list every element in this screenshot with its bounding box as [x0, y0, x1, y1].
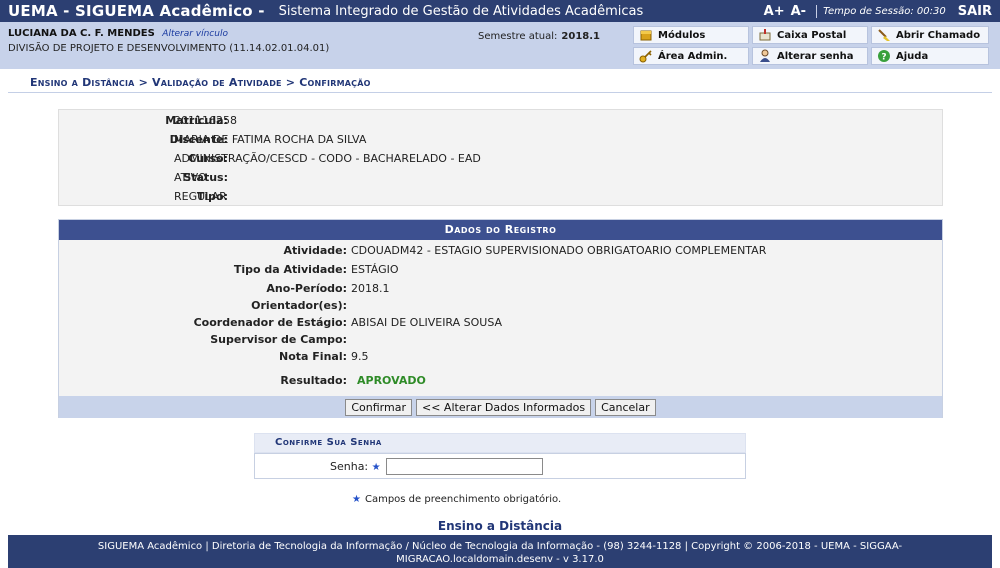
mailbox-button[interactable]: Caixa Postal [752, 26, 868, 44]
tipo-value: REGULAR [174, 190, 227, 203]
user-icon [760, 49, 770, 62]
mailbox-label: Caixa Postal [777, 29, 847, 41]
module-link[interactable]: Ensino a Distância [0, 519, 1000, 533]
system-description: Sistema Integrado de Gestão de Atividade… [278, 3, 644, 19]
student-info-panel: Matrícula: 201116258 Discente: MARIA DE … [58, 109, 943, 206]
user-name: LUCIANA DA C. F. MENDES Alterar vínculo [8, 28, 228, 39]
breadcrumb: Ensino a Distância > Validação de Ativid… [30, 76, 371, 89]
matricula-value: 201116258 [174, 114, 237, 127]
top-bar: UEMA - SIGUEMA Acadêmico - Sistema Integ… [0, 0, 1000, 22]
nota-final-row: Nota Final: 9.5 [59, 350, 942, 366]
breadcrumb-divider [8, 92, 992, 93]
change-password-button[interactable]: Alterar senha [752, 47, 868, 65]
required-icon: ★ [352, 494, 361, 505]
registration-panel: Dados do Registro Atividade: CDOUADM42 -… [58, 219, 943, 418]
help-button[interactable]: ? Ajuda [871, 47, 989, 65]
tipo-atividade-value: ESTÁGIO [351, 263, 399, 276]
status-row: Status: ATIVO [59, 171, 944, 187]
orientador-label: Orientador(es): [251, 299, 347, 312]
curso-value: ADMINISTRAÇÃO/CESCD - CODO - BACHARELADO… [174, 152, 481, 165]
coordenador-label: Coordenador de Estágio: [193, 316, 347, 329]
confirm-password-caption: Confirme Sua Senha [254, 433, 746, 453]
supervisor-row: Supervisor de Campo: [59, 333, 942, 349]
discente-row: Discente: MARIA DE FATIMA ROCHA DA SILVA [59, 133, 944, 149]
user-info-bar: LUCIANA DA C. F. MENDES Alterar vínculo … [0, 22, 1000, 69]
admin-area-button[interactable]: Área Admin. [633, 47, 749, 65]
ano-periodo-value: 2018.1 [351, 282, 390, 295]
resultado-label: Resultado: [280, 374, 347, 387]
semester-value: 2018.1 [561, 31, 601, 42]
confirm-button[interactable]: Confirmar [345, 398, 412, 416]
user-name-text: LUCIANA DA C. F. MENDES [8, 28, 155, 39]
curso-row: Curso: ADMINISTRAÇÃO/CESCD - CODO - BACH… [59, 152, 944, 168]
semester-label: Semestre atual: [478, 31, 558, 42]
font-increase-button[interactable]: A+ [764, 4, 785, 19]
divider [816, 4, 818, 18]
registration-body: Atividade: CDOUADM42 - ESTAGIO SUPERVISI… [59, 240, 942, 396]
registration-actions: Confirmar << Alterar Dados Informados Ca… [59, 396, 942, 418]
admin-area-label: Área Admin. [658, 50, 728, 62]
nota-final-label: Nota Final: [279, 350, 347, 363]
help-icon: ? [878, 50, 890, 63]
session-timer: Tempo de Sessão: 00:30 [823, 5, 946, 17]
open-ticket-label: Abrir Chamado [896, 29, 981, 41]
help-label: Ajuda [896, 50, 929, 62]
user-unit: DIVISÃO DE PROJETO E DESENVOLVIMENTO (11… [8, 43, 330, 54]
change-link-link[interactable]: Alterar vínculo [162, 29, 228, 39]
required-note-text: Campos de preenchimento obrigatório. [364, 494, 562, 505]
password-label: Senha: ★ [330, 460, 381, 473]
password-input[interactable] [386, 458, 543, 475]
matricula-row: Matrícula: 201116258 [59, 114, 944, 130]
ano-periodo-row: Ano-Período: 2018.1 [59, 282, 942, 298]
cancel-button[interactable]: Cancelar [595, 398, 656, 416]
resultado-row: Resultado: APROVADO [59, 374, 942, 390]
breadcrumb-item: Validação de Atividade [152, 76, 282, 89]
discente-value: MARIA DE FATIMA ROCHA DA SILVA [174, 133, 367, 146]
atividade-label: Atividade: [283, 244, 347, 257]
confirm-password-body: Senha: ★ [254, 453, 746, 479]
resultado-value: APROVADO [357, 374, 426, 387]
key-icon [639, 50, 652, 63]
tipo-row: Tipo: REGULAR [59, 190, 944, 206]
tipo-atividade-label: Tipo da Atividade: [233, 263, 347, 276]
broom-icon [878, 29, 890, 41]
status-value: ATIVO [174, 171, 207, 184]
breadcrumb-item: Ensino a Distância [30, 76, 135, 89]
font-decrease-button[interactable]: A- [791, 4, 806, 19]
tipo-atividade-row: Tipo da Atividade: ESTÁGIO [59, 263, 942, 279]
supervisor-label: Supervisor de Campo: [210, 333, 347, 346]
atividade-value: CDOUADM42 - ESTAGIO SUPERVISIONADO OBRIG… [351, 244, 767, 257]
coordenador-row: Coordenador de Estágio: ABISAI DE OLIVEI… [59, 316, 942, 332]
required-icon: ★ [371, 462, 381, 473]
open-ticket-button[interactable]: Abrir Chamado [871, 26, 989, 44]
svg-text:?: ? [881, 53, 886, 63]
breadcrumb-item: Confirmação [299, 76, 371, 89]
current-semester: Semestre atual: 2018.1 [478, 31, 600, 42]
modules-button[interactable]: Módulos [633, 26, 749, 44]
mailbox-icon [759, 29, 771, 41]
top-bar-right: A+ A- Tempo de Sessão: 00:30 SAIR [764, 0, 992, 22]
ano-periodo-label: Ano-Período: [266, 282, 347, 295]
logout-button[interactable]: SAIR [958, 4, 992, 19]
system-name: UEMA - SIGUEMA Acadêmico - [8, 2, 265, 20]
footer: SIGUEMA Acadêmico | Diretoria de Tecnolo… [8, 535, 992, 568]
atividade-row: Atividade: CDOUADM42 - ESTAGIO SUPERVISI… [59, 244, 942, 260]
registration-caption: Dados do Registro [59, 220, 942, 240]
breadcrumb-separator: > [285, 76, 296, 89]
confirm-password-panel: Confirme Sua Senha Senha: ★ [254, 433, 746, 481]
required-note: ★ Campos de preenchimento obrigatório. [352, 494, 561, 505]
breadcrumb-separator: > [138, 76, 148, 89]
password-label-text: Senha: [330, 460, 369, 473]
change-password-label: Alterar senha [777, 50, 854, 62]
modules-label: Módulos [658, 29, 706, 41]
cube-icon [640, 30, 652, 41]
orientador-row: Orientador(es): [59, 299, 942, 315]
edit-data-button[interactable]: << Alterar Dados Informados [416, 398, 592, 416]
coordenador-value: ABISAI DE OLIVEIRA SOUSA [351, 316, 503, 329]
nota-final-value: 9.5 [351, 350, 369, 363]
